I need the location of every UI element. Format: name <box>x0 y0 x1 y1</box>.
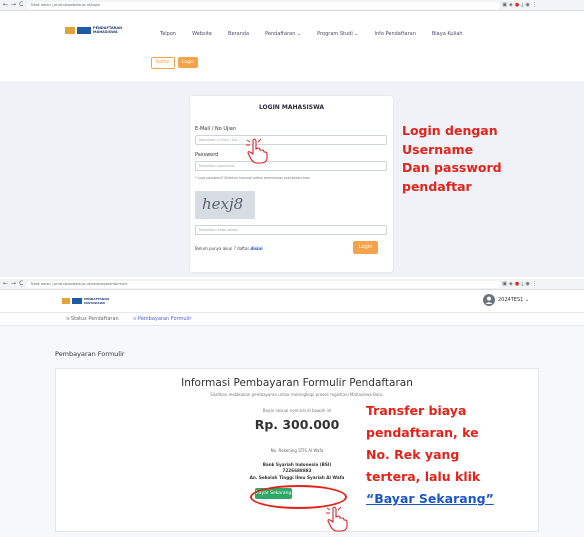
menu-icon[interactable]: ⋮ <box>532 0 537 10</box>
profile-icon[interactable]: ◉ <box>525 279 529 289</box>
address-bar[interactable]: Tidak aman | pmb.stiealwafa.ac.id/login <box>27 1 501 9</box>
reload-icon[interactable]: C <box>19 279 23 289</box>
password-field[interactable]: Masukkan password <box>195 161 387 171</box>
instruction-line: Login dengan <box>402 123 498 138</box>
login-card: LOGIN MAHASISWA E-Mail / No Ujian Masukk… <box>190 96 393 272</box>
logo-mark <box>77 26 91 34</box>
captcha-field[interactable]: Masukkan kode diatas <box>195 225 387 235</box>
instruction-line: tertera, lalu klik <box>366 469 481 484</box>
browser-toolbar: ← → C Tidak aman | pmb.stiealwafa.ac.id/… <box>0 0 584 11</box>
register-prompt: Belum punya akun ? daftar disini <box>195 246 263 251</box>
payment-info-title: Informasi Pembayaran Formulir Pendaftara… <box>181 377 413 389</box>
nav-biaya-kuliah[interactable]: Biaya Kuliah <box>432 31 463 37</box>
page-title: Pembayaran Formulir <box>55 350 125 358</box>
site-header: PENDAFTARAN MAHASISWA Telpon Website Ber… <box>0 11 584 81</box>
forward-icon[interactable]: → <box>11 0 16 10</box>
back-icon[interactable]: ← <box>3 0 8 10</box>
user-menu[interactable]: 2024TES1 ⌄ <box>483 294 529 306</box>
logo-mark <box>62 298 70 304</box>
menu-icon[interactable]: ⋮ <box>532 279 537 289</box>
instruction-line: Transfer biaya <box>366 403 467 418</box>
login-instruction: Login dengan Username Dan password penda… <box>402 122 502 196</box>
instruction-link: “Bayar Sekarang” <box>366 491 494 506</box>
login-nav-button[interactable]: Login <box>178 57 198 68</box>
tab-pembayaran-formulir[interactable]: ☷ Pembayaran Formulir <box>133 316 191 322</box>
password-label: Password <box>195 152 219 158</box>
payment-instruction-annotation: Transfer biaya pendaftaran, ke No. Rek y… <box>366 400 494 510</box>
address-text: Tidak aman | pmb.stiealwafa.ac.id/pembay… <box>30 282 128 286</box>
register-link[interactable]: disini <box>250 246 262 251</box>
hand-pointer-icon <box>246 138 268 164</box>
forward-icon[interactable]: → <box>11 279 16 289</box>
instruction-line: Username <box>402 141 474 157</box>
logo-caption: PENDAFTARAN MAHASISWA <box>93 26 123 34</box>
instruction-line: pendaftar <box>402 178 472 194</box>
nav-info-pendaftaran[interactable]: Info Pendaftaran <box>375 31 416 37</box>
logo-mark <box>65 26 75 34</box>
register-prefix: Belum punya akun ? daftar <box>195 246 250 251</box>
instruction-line: Dan password <box>402 160 502 175</box>
reload-icon[interactable]: C <box>19 0 23 10</box>
captcha-text: hexj8 <box>202 195 244 213</box>
download-icon[interactable]: ⤓ <box>521 0 523 10</box>
user-name: 2024TES1 ⌄ <box>498 297 530 303</box>
extension-icon[interactable]: ◈ <box>509 0 513 10</box>
tab-status-pendaftaran[interactable]: ☲ Status Pendaftaran <box>66 316 119 322</box>
nav-beranda[interactable]: Beranda <box>228 31 249 37</box>
dashboard-tabs: ☲ Status Pendaftaran ☷ Pembayaran Formul… <box>0 313 584 326</box>
login-submit-button[interactable]: Login <box>353 241 378 254</box>
forgot-password-note: * Lupa password? Silahkan hubungi admin … <box>195 176 311 180</box>
nav-program-studi[interactable]: Program Studi ⌄ <box>317 31 358 37</box>
dashboard-header: PENDAFTARAN MAHASISWA 2024TES1 ⌄ <box>0 290 584 313</box>
daftar-button[interactable]: Daftar <box>151 57 175 69</box>
nav-website[interactable]: Website <box>192 31 212 37</box>
logo-caption: PENDAFTARAN MAHASISWA <box>84 297 109 305</box>
email-label: E-Mail / No Ujian <box>195 126 237 132</box>
profile-icon[interactable]: ◉ <box>525 0 529 10</box>
email-field[interactable]: Masukkan e-mail / No... <box>195 135 387 145</box>
main-nav: Telpon Website Beranda Pendaftaran ⌄ Pro… <box>160 31 479 37</box>
download-icon[interactable]: ⤓ <box>521 279 523 289</box>
login-title: LOGIN MAHASISWA <box>258 104 325 111</box>
nav-pendaftaran[interactable]: Pendaftaran ⌄ <box>265 31 301 37</box>
payment-info-subtitle: Silahkan melakukan pembayaran untuk mele… <box>210 392 384 397</box>
tab-label: Status Pendaftaran <box>70 316 119 322</box>
nav-telpon[interactable]: Telpon <box>160 31 176 37</box>
extension-icon[interactable]: ● <box>515 279 519 289</box>
instruction-line: No. Rek yang <box>366 447 460 462</box>
logo-mark <box>72 298 82 304</box>
site-logo[interactable]: PENDAFTARAN MAHASISWA <box>62 297 109 305</box>
back-icon[interactable]: ← <box>3 279 8 289</box>
address-text: Tidak aman | pmb.stiealwafa.ac.id/login <box>30 3 101 7</box>
hand-pointer-icon <box>326 506 348 532</box>
browser-toolbar: ← → C Tidak aman | pmb.stiealwafa.ac.id/… <box>0 279 584 290</box>
captcha-image: hexj8 <box>195 191 255 219</box>
tab-label: Pembayaran Formulir <box>137 316 192 322</box>
extension-icon[interactable]: ▣ <box>502 279 507 289</box>
instruction-line: pendaftaran, ke <box>366 425 479 440</box>
extension-icon[interactable]: ◈ <box>509 279 513 289</box>
address-bar[interactable]: Tidak aman | pmb.stiealwafa.ac.id/pembay… <box>27 280 501 288</box>
user-avatar-icon <box>483 294 495 306</box>
site-logo[interactable]: PENDAFTARAN MAHASISWA <box>65 26 123 34</box>
extension-icon[interactable]: ● <box>515 0 519 10</box>
extension-icon[interactable]: ▣ <box>502 0 507 10</box>
